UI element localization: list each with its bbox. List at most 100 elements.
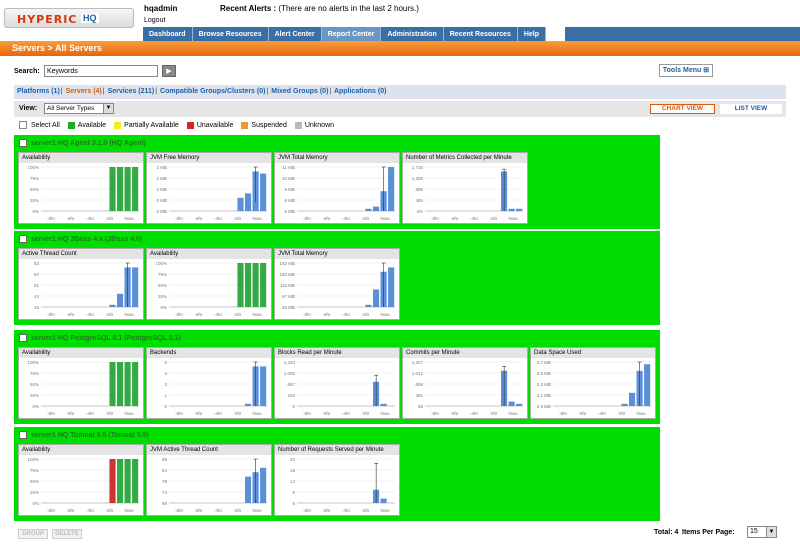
y-tick-label: 51	[34, 283, 40, 288]
legend-label-suspended: Suspended	[251, 121, 287, 129]
x-tick-label: -2hr	[489, 411, 498, 416]
y-tick-label: 75%	[30, 468, 39, 473]
panel-title: Availability	[19, 348, 143, 358]
group-checkbox[interactable]	[19, 235, 27, 243]
list-view-button[interactable]: LIST VIEW	[720, 104, 782, 114]
chart-bar	[621, 403, 628, 406]
metric-panel[interactable]: Active Thread Count 83 67 51 44 16 -8hr -6hr -4h…	[18, 248, 144, 320]
y-tick-label: 182 MB	[279, 261, 295, 266]
chart-bar	[365, 208, 372, 211]
total-count: Total: 4	[654, 529, 679, 536]
x-tick-label: -4hr	[86, 411, 95, 416]
y-tick-label: 485	[415, 198, 423, 203]
chart-bar	[628, 392, 636, 406]
tools-menu-button[interactable]: Tools Menu ⊞	[659, 64, 713, 77]
metric-panel[interactable]: JVM Total Memory 182 MB 150 MB 118 MB 67 MB 2…	[274, 248, 400, 320]
server-type-select[interactable]: All Server Types ▼	[44, 103, 114, 114]
search-input[interactable]	[44, 65, 158, 77]
tab-applications[interactable]: Applications (0)	[334, 88, 387, 95]
nav-help[interactable]: Help	[517, 27, 547, 42]
nav-browse-resources[interactable]: Browse Resources	[192, 27, 269, 42]
group-title-text[interactable]: server1 HQ Agent 3.1.0 (HQ Agent)	[31, 140, 146, 147]
select-all-checkbox[interactable]	[19, 121, 27, 129]
metric-panel[interactable]: Blocks Read per Minute 1,334 1,000 667 333 0 -…	[274, 347, 400, 419]
x-tick-label: Now	[508, 216, 518, 221]
group-checkbox[interactable]	[19, 334, 27, 342]
metric-panel[interactable]: JVM Active Thread Count 89 84 79 74 69 -8hr -6h…	[146, 444, 272, 516]
nav-alert-center[interactable]: Alert Center	[268, 27, 322, 42]
tab-compatible-groups[interactable]: Compatible Groups/Clusters (0)	[160, 88, 265, 95]
chart-bar	[244, 403, 252, 406]
legend-swatch-partial	[114, 121, 122, 129]
metric-panel[interactable]: Availability 100% 75% 50% 25% 0% -8hr -6hr -4hr -…	[18, 152, 144, 224]
y-tick-label: 1,306	[412, 176, 424, 181]
x-tick-label: -6hr	[66, 508, 75, 513]
y-tick-label: 16	[34, 305, 40, 310]
x-tick-label: -2hr	[361, 216, 370, 221]
tab-services[interactable]: Services (211)	[108, 88, 155, 95]
metric-panel[interactable]: Availability 100% 75% 50% 25% 0% -8hr -6hr -4hr -…	[146, 248, 272, 320]
metric-panel[interactable]: Commits per Minute 1,327 1,012 698 381 65 -8hr…	[402, 347, 528, 419]
x-tick-label: -2hr	[233, 411, 242, 416]
metric-panel[interactable]: JVM Total Memory 11 MB 10 MB 9 MB 8 MB 8 MB -8…	[274, 152, 400, 224]
x-tick-label: Now	[380, 216, 390, 221]
group-title-text[interactable]: server1 HQ PostgreSQL 8.1 (PostgreSQL 8.…	[31, 335, 181, 342]
metric-panel[interactable]: Availability 100% 75% 50% 25% 0% -8hr -6hr -4hr -…	[18, 347, 144, 419]
metric-panel[interactable]: Number of Metrics Collected per Minute 1,…	[402, 152, 528, 224]
y-tick-label: 50%	[30, 187, 39, 192]
y-tick-label: 84	[162, 468, 168, 473]
nav-recent-resources[interactable]: Recent Resources	[443, 27, 518, 42]
x-tick-label: -8hr	[47, 411, 56, 416]
nav-administration[interactable]: Administration	[381, 27, 444, 42]
group-title: server1 HQ Agent 3.1.0 (HQ Agent)	[19, 139, 146, 147]
hyperic-logo[interactable]: HYPERIC HQ	[4, 8, 134, 28]
x-tick-label: -6hr	[194, 411, 203, 416]
nav-dashboard[interactable]: Dashboard	[143, 27, 193, 42]
y-tick-label: 100%	[27, 165, 39, 170]
legend-swatch-unavailable	[186, 121, 194, 129]
alerts-label: Recent Alerts :	[220, 4, 277, 13]
availability-legend: Select All Available Partially Available…	[19, 121, 334, 129]
metric-panel[interactable]: JVM Free Memory 3 MB 2 MB 2 MB 0 MB 0 MB -8hr -…	[146, 152, 272, 224]
chart-bar	[109, 304, 116, 307]
tab-platforms[interactable]: Platforms (1)	[17, 88, 60, 95]
delete-button[interactable]: DELETE	[52, 529, 82, 539]
items-per-page-select[interactable]: 15 ▼	[747, 526, 777, 538]
chart-view-button[interactable]: CHART VIEW	[650, 104, 715, 114]
chart-bar	[109, 459, 116, 503]
metric-panel[interactable]: Number of Requests Served per Minute 22 18…	[274, 444, 400, 516]
group-checkbox[interactable]	[19, 431, 27, 439]
y-tick-label: 381	[415, 393, 423, 398]
logout-link[interactable]: Logout	[144, 17, 165, 24]
y-tick-label: 3.1 MB	[537, 393, 551, 398]
group-checkbox[interactable]	[19, 139, 27, 147]
x-tick-label: Now	[252, 312, 262, 317]
tab-mixed-groups[interactable]: Mixed Groups (0)	[271, 88, 328, 95]
y-tick-label: 50%	[30, 382, 39, 387]
metric-panel[interactable]: Data Space Used 3.7 MB 3.5 MB 3.3 MB 3.1 MB 2…	[530, 347, 656, 419]
server-group: server1 HQ JBoss 4.x (JBoss 4.0) Active …	[14, 231, 660, 325]
y-tick-label: 9 MB	[284, 187, 295, 192]
group-title-text[interactable]: server1 HQ JBoss 4.x (JBoss 4.0)	[31, 236, 142, 243]
metric-chart: 100% 75% 50% 25% 0% -8hr -6hr -4hr -2hr Now	[27, 457, 139, 513]
nav-report-center[interactable]: Report Center	[321, 27, 382, 42]
group-button[interactable]: GROUP	[18, 529, 48, 539]
metric-chart: 5 4 3 1 0 -8hr -6hr -4hr -2hr Now	[164, 360, 267, 416]
chart-bar	[244, 263, 252, 307]
legend-label-unknown: Unknown	[304, 121, 335, 129]
tab-servers[interactable]: Servers (4)	[66, 88, 102, 95]
search-go-button[interactable]: ▶	[162, 65, 176, 77]
panel-title: Number of Metrics Collected per Minute	[403, 153, 527, 163]
chart-bar	[237, 197, 244, 211]
x-tick-label: -4hr	[470, 216, 479, 221]
y-tick-label: 50%	[158, 283, 167, 288]
legend-swatch-available	[67, 121, 75, 129]
y-tick-label: 2 MB	[156, 176, 167, 181]
metric-panel[interactable]: Backends 5 4 3 1 0 -8hr -6hr -4hr -2hr Now	[146, 347, 272, 419]
chart-bar	[109, 362, 116, 406]
metric-panel[interactable]: Availability 100% 75% 50% 25% 0% -8hr -6hr -4hr -…	[18, 444, 144, 516]
group-title-text[interactable]: server1 HQ Tomcat 5.5 (Tomcat 5.5)	[31, 432, 149, 439]
y-tick-label: 10 MB	[282, 176, 295, 181]
y-tick-label: 1,716	[412, 165, 424, 170]
y-tick-label: 3.5 MB	[537, 371, 551, 376]
